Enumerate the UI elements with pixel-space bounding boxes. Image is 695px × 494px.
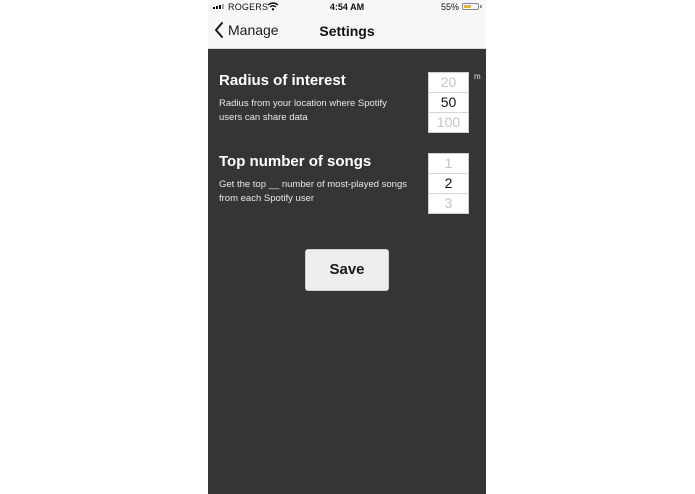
radius-title: Radius of interest xyxy=(219,72,346,89)
songs-picker[interactable]: 1 2 3 xyxy=(428,153,469,214)
radius-option[interactable]: 20 xyxy=(429,73,468,92)
status-bar: ROGERS 4:54 AM 55% xyxy=(208,0,486,14)
navigation-bar: Manage Settings xyxy=(208,14,486,49)
page-title: Settings xyxy=(319,23,375,39)
songs-description: Get the top __ number of most-played son… xyxy=(219,179,407,204)
songs-title: Top number of songs xyxy=(219,153,372,170)
songs-option-selected[interactable]: 2 xyxy=(429,173,468,194)
save-button[interactable]: Save xyxy=(305,249,389,291)
radius-option-selected[interactable]: 50 xyxy=(429,92,468,113)
battery-tip xyxy=(480,5,482,8)
battery-icon xyxy=(462,3,479,10)
radius-option[interactable]: 100 xyxy=(429,113,468,132)
battery-percent: 55% xyxy=(441,2,460,12)
songs-option[interactable]: 3 xyxy=(429,194,468,213)
radius-description: Radius from your location where Spotify … xyxy=(219,98,387,123)
radius-unit: m xyxy=(474,72,481,81)
battery-level xyxy=(464,5,472,8)
songs-option[interactable]: 1 xyxy=(429,154,468,173)
radius-picker[interactable]: 20 50 100 xyxy=(428,72,469,133)
app-screen: ROGERS 4:54 AM 55% Manage Settings Radiu… xyxy=(208,0,486,494)
